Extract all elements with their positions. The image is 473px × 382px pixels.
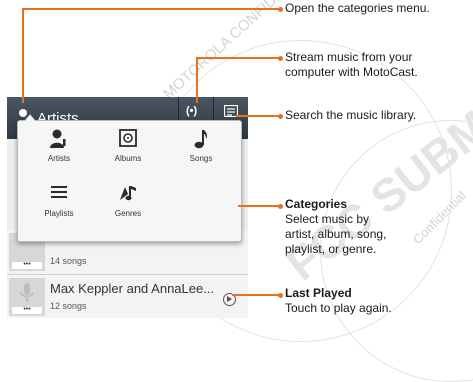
category-songs[interactable]: Songs [171,129,231,169]
category-label: Playlists [44,209,74,218]
callout-line [238,205,280,207]
callout-open-categories: Open the categories menu. [285,1,430,16]
categories-popup: Artists Albums Songs Playlists Genres [17,114,242,242]
callout-line [236,115,280,117]
list-item-title: Max Keppler and AnnaLee... [50,281,215,296]
callout-line [232,294,280,296]
watermark-confidential: Confidential [409,187,469,248]
more-icon[interactable]: ••• [12,261,42,269]
callout-line [22,8,280,10]
category-albums[interactable]: Albums [98,129,158,169]
broadcast-icon: (•) [186,105,198,117]
callout-text: Touch to play again. [285,301,392,315]
genres-icon [120,186,136,201]
callout-text: Open the categories menu. [285,1,430,15]
callout-last-played: Last Played Touch to play again. [285,286,392,316]
category-label: Songs [189,154,213,163]
callout-line [196,57,198,103]
callout-heading: Last Played [285,286,352,300]
callout-categories: Categories Select music by artist, album… [285,197,386,257]
category-genres[interactable]: Genres [98,184,158,224]
callout-text: Stream music from your [285,50,413,64]
category-label: Genres [114,209,142,218]
music-app-screen: Artists (•) ••• 14 songs ••• Max Keppler… [7,97,248,318]
callout-text: artist, album, song, [285,227,387,241]
category-playlists[interactable]: Playlists [29,184,89,224]
callout-heading: Categories [285,197,348,211]
list-item-subtitle: 12 songs [50,301,87,311]
list-item[interactable]: ••• Max Keppler and AnnaLee... 12 songs [7,275,248,318]
callout-line [196,57,280,59]
callout-text: playlist, or genre. [285,242,377,256]
callout-text: Search the music library. [285,108,417,122]
music-note-icon [194,130,208,149]
list-item-subtitle: 14 songs [50,256,87,266]
callout-text: Select music by [285,212,370,226]
callout-marker [278,114,283,119]
callout-stream: Stream music from your computer with Mot… [285,50,418,80]
microphone-icon [20,283,34,302]
more-icon[interactable]: ••• [12,306,42,314]
callout-marker [278,293,283,298]
playlist-icon [51,186,67,198]
callout-search: Search the music library. [285,108,416,123]
callout-marker [278,56,283,61]
callout-marker [278,204,283,209]
album-icon [119,129,137,147]
person-icon [50,129,66,148]
album-thumbnail: ••• [9,278,45,316]
category-label: Albums [114,154,142,163]
callout-text: computer with MotoCast. [285,65,418,79]
category-artists[interactable]: Artists [29,129,89,169]
callout-marker [278,7,283,12]
category-label: Artists [47,154,71,163]
callout-line [22,8,24,103]
